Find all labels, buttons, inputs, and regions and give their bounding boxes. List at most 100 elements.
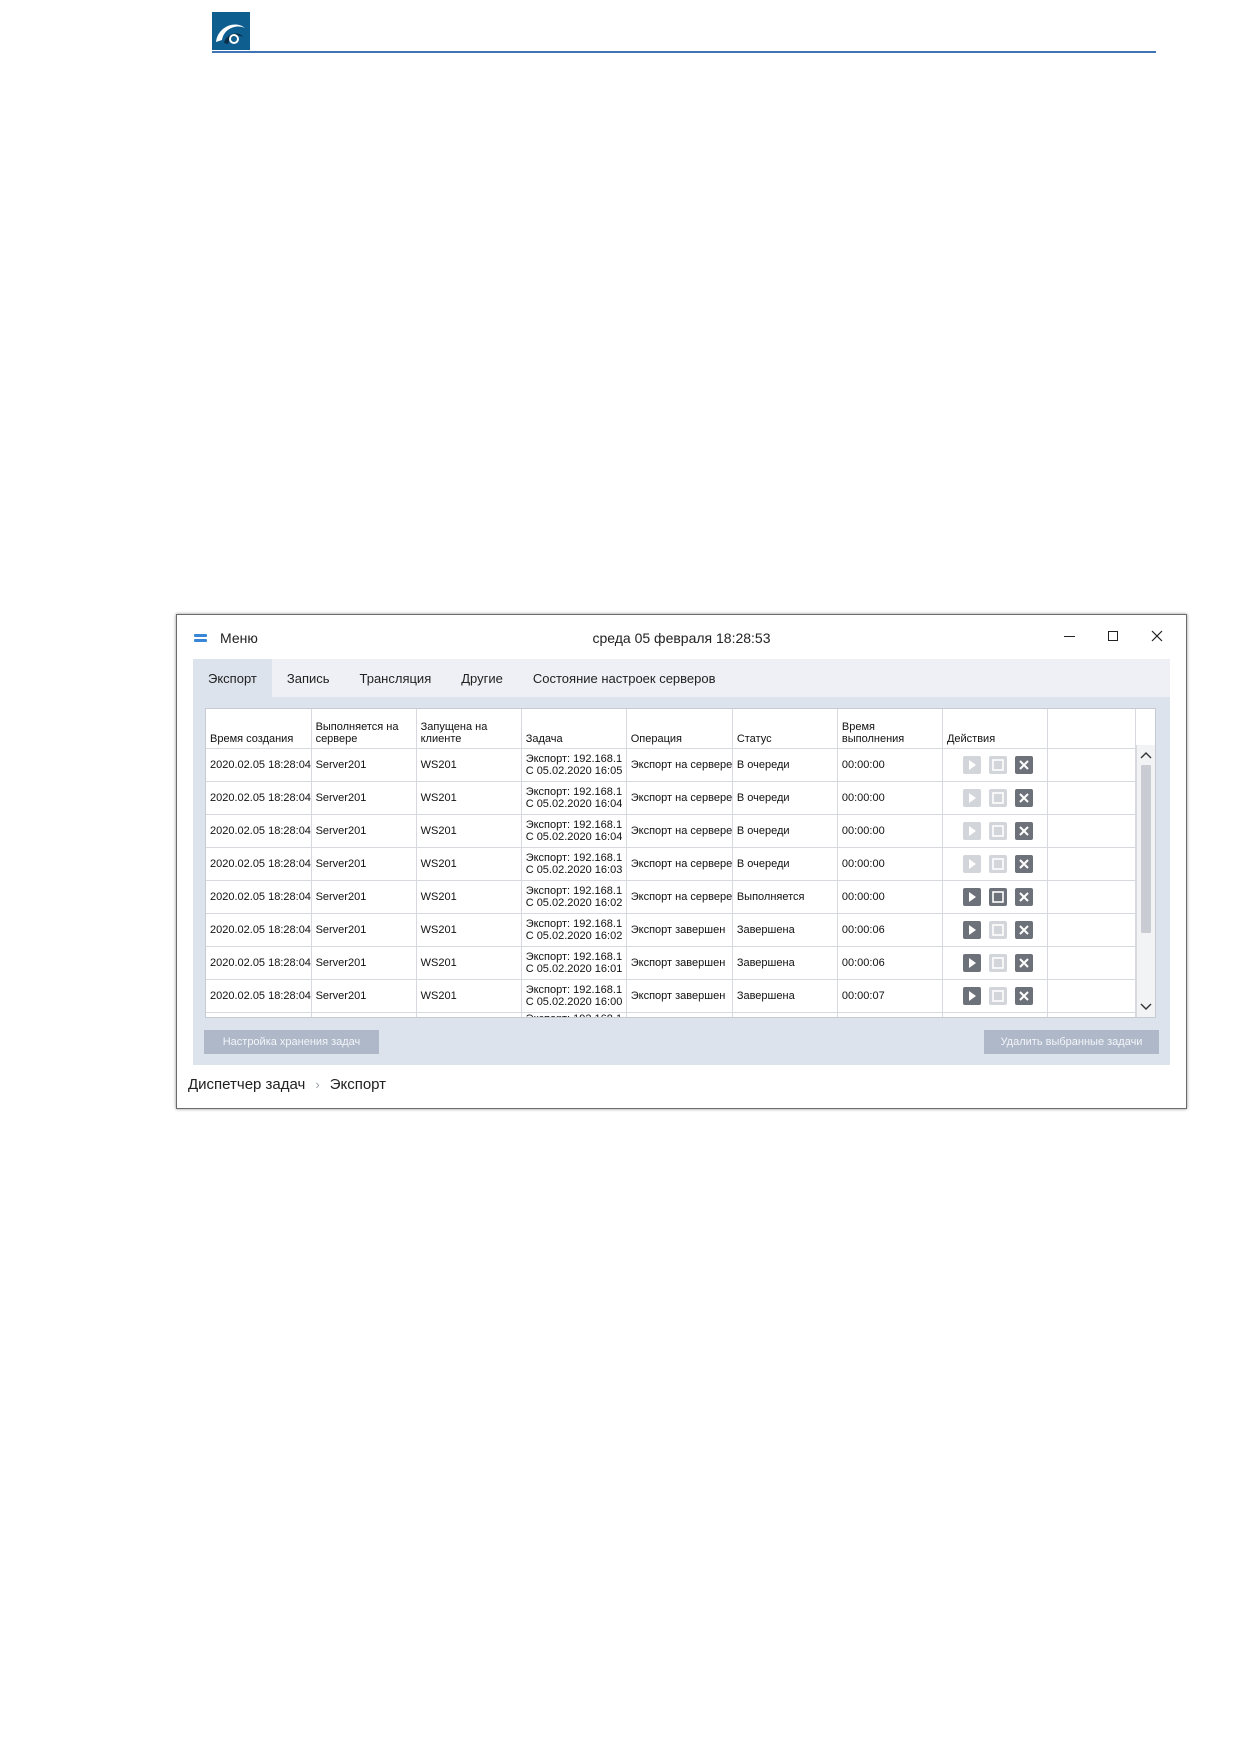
chevron-down-icon bbox=[1140, 1003, 1152, 1010]
stop-icon[interactable] bbox=[988, 789, 1007, 807]
cell-filler bbox=[1047, 946, 1136, 980]
play-icon[interactable] bbox=[962, 756, 981, 774]
close-icon[interactable] bbox=[1014, 888, 1033, 906]
cell-status: Завершена bbox=[732, 946, 838, 980]
cell-server bbox=[311, 1012, 417, 1017]
close-icon[interactable] bbox=[1014, 987, 1033, 1005]
play-icon[interactable] bbox=[962, 987, 981, 1005]
table-row[interactable]: 2020.02.05 18:28:04 Server201 WS201 Экспорт… bbox=[206, 979, 1136, 1013]
breadcrumb-current: Экспорт bbox=[329, 1075, 387, 1093]
cell-created: 2020.02.05 18:28:04 bbox=[206, 814, 312, 848]
cell-actions bbox=[942, 946, 1049, 980]
close-icon[interactable] bbox=[1014, 855, 1033, 873]
header-created[interactable]: Время создания bbox=[206, 709, 312, 749]
cell-server: Server201 bbox=[311, 814, 417, 848]
table-row[interactable]: 2020.02.05 18:28:04 Server201 WS201 Экспорт… bbox=[206, 748, 1136, 782]
close-icon[interactable] bbox=[1014, 921, 1033, 939]
cell-client: WS201 bbox=[416, 913, 522, 947]
table-row[interactable]: 2020.02.05 18:28:04 Server201 WS201 Экспорт… bbox=[206, 880, 1136, 914]
tab-bar: Экспорт Запись Трансляция Другие Состоян… bbox=[193, 659, 731, 697]
cell-status: В очереди bbox=[732, 814, 838, 848]
breadcrumb-root[interactable]: Диспетчер задач bbox=[188, 1076, 305, 1093]
tab-server-settings-state[interactable]: Состояние настроек серверов bbox=[518, 659, 731, 697]
scroll-up-button[interactable] bbox=[1137, 747, 1155, 763]
table-row-partial[interactable]: Экспорт: 192.168.1... bbox=[206, 1012, 1136, 1017]
tasks-table: Время создания Выполняется на сервере За… bbox=[205, 708, 1156, 1018]
cell-operation: Экспорт завершен bbox=[626, 913, 733, 947]
table-row[interactable]: 2020.02.05 18:28:04 Server201 WS201 Экспорт… bbox=[206, 913, 1136, 947]
close-window-button[interactable] bbox=[1137, 624, 1177, 648]
cell-task: Экспорт: 192.168.1...С 05.02.2020 16:04:… bbox=[521, 814, 627, 848]
cell-duration: 00:00:00 bbox=[837, 814, 943, 848]
cell-duration: 00:00:06 bbox=[837, 913, 943, 947]
cell-filler bbox=[1047, 814, 1136, 848]
tab-recording[interactable]: Запись bbox=[272, 659, 345, 697]
stop-icon[interactable] bbox=[988, 921, 1007, 939]
header-server[interactable]: Выполняется на сервере bbox=[311, 709, 417, 749]
close-icon[interactable] bbox=[1014, 789, 1033, 807]
cell-task: Экспорт: 192.168.1...С 05.02.2020 16:01:… bbox=[521, 946, 627, 980]
cell-created: 2020.02.05 18:28:04 bbox=[206, 847, 312, 881]
play-icon[interactable] bbox=[962, 855, 981, 873]
cell-created: 2020.02.05 18:28:04 bbox=[206, 781, 312, 815]
task-line-1: Экспорт: 192.168.1... bbox=[525, 885, 622, 897]
header-operation[interactable]: Операция bbox=[626, 709, 733, 749]
cell-filler bbox=[1047, 979, 1136, 1013]
cell-client: WS201 bbox=[416, 847, 522, 881]
vertical-scrollbar[interactable] bbox=[1136, 745, 1155, 1017]
play-icon[interactable] bbox=[962, 954, 981, 972]
header-task[interactable]: Задача bbox=[521, 709, 627, 749]
cell-filler bbox=[1047, 1012, 1136, 1017]
minimize-button[interactable] bbox=[1049, 624, 1089, 648]
cell-client: WS201 bbox=[416, 880, 522, 914]
cell-operation: Экспорт завершен bbox=[626, 946, 733, 980]
delete-selected-button[interactable]: Удалить выбранные задачи bbox=[984, 1030, 1159, 1054]
stop-icon[interactable] bbox=[988, 954, 1007, 972]
cell-task: Экспорт: 192.168.1...С 05.02.2020 16:02:… bbox=[521, 880, 627, 914]
stop-icon[interactable] bbox=[988, 756, 1007, 774]
close-icon[interactable] bbox=[1014, 954, 1033, 972]
table-row[interactable]: 2020.02.05 18:28:04 Server201 WS201 Экспорт… bbox=[206, 946, 1136, 980]
cell-duration: 00:00:00 bbox=[837, 880, 943, 914]
close-icon[interactable] bbox=[1014, 756, 1033, 774]
cell-operation: Экспорт на сервере bbox=[626, 814, 733, 848]
cell-task: Экспорт: 192.168.1...С 05.02.2020 16:04:… bbox=[521, 781, 627, 815]
scroll-down-button[interactable] bbox=[1137, 999, 1155, 1015]
table-row[interactable]: 2020.02.05 18:28:04 Server201 WS201 Экспорт… bbox=[206, 847, 1136, 881]
header-client[interactable]: Запущена на клиенте bbox=[416, 709, 522, 749]
task-line-2: С 05.02.2020 16:02:... bbox=[525, 897, 622, 909]
play-icon[interactable] bbox=[962, 822, 981, 840]
maximize-icon bbox=[1108, 631, 1118, 641]
breadcrumb-separator-icon: › bbox=[315, 1076, 320, 1092]
play-icon[interactable] bbox=[962, 921, 981, 939]
stop-icon[interactable] bbox=[988, 855, 1007, 873]
task-line-1: Экспорт: 192.168.1... bbox=[525, 786, 622, 798]
storage-settings-button[interactable]: Настройка хранения задач bbox=[204, 1030, 379, 1054]
breadcrumb: Диспетчер задач › Экспорт bbox=[188, 1073, 386, 1095]
play-icon[interactable] bbox=[962, 888, 981, 906]
maximize-button[interactable] bbox=[1093, 624, 1133, 648]
stop-icon[interactable] bbox=[988, 888, 1007, 906]
close-icon[interactable] bbox=[1014, 822, 1033, 840]
task-line-1: Экспорт: 192.168.1... bbox=[525, 852, 622, 864]
cell-server: Server201 bbox=[311, 880, 417, 914]
stop-icon[interactable] bbox=[988, 987, 1007, 1005]
table-row[interactable]: 2020.02.05 18:28:04 Server201 WS201 Экспорт… bbox=[206, 814, 1136, 848]
play-icon[interactable] bbox=[962, 789, 981, 807]
header-duration[interactable]: Время выполнения bbox=[837, 709, 943, 749]
cell-client: WS201 bbox=[416, 814, 522, 848]
cell-filler bbox=[1047, 847, 1136, 881]
cell-created: 2020.02.05 18:28:04 bbox=[206, 913, 312, 947]
scroll-thumb[interactable] bbox=[1141, 765, 1151, 933]
tab-other[interactable]: Другие bbox=[446, 659, 518, 697]
cell-server: Server201 bbox=[311, 847, 417, 881]
stop-icon[interactable] bbox=[988, 822, 1007, 840]
table-row[interactable]: 2020.02.05 18:28:04 Server201 WS201 Экспорт… bbox=[206, 781, 1136, 815]
header-status[interactable]: Статус bbox=[732, 709, 838, 749]
cell-filler bbox=[1047, 913, 1136, 947]
cell-task: Экспорт: 192.168.1... bbox=[521, 1012, 627, 1017]
task-line-1: Экспорт: 192.168.1... bbox=[525, 819, 622, 831]
export-panel: Время создания Выполняется на сервере За… bbox=[193, 697, 1170, 1065]
tab-broadcast[interactable]: Трансляция bbox=[345, 659, 447, 697]
tab-export[interactable]: Экспорт bbox=[193, 659, 272, 697]
